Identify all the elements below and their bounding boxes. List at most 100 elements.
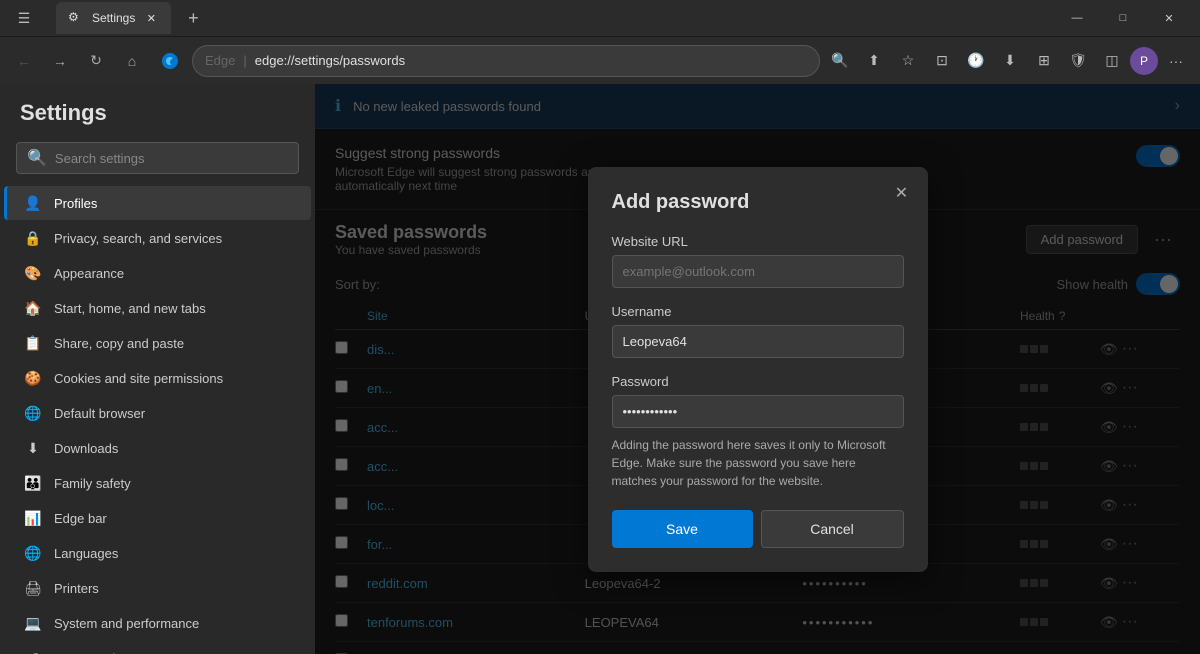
sidebar-item-privacy[interactable]: 🔒 Privacy, search, and services [4, 221, 311, 255]
address-bar[interactable]: Edge | edge://settings/passwords [192, 45, 820, 77]
favorites-icon[interactable]: ☆ [892, 45, 924, 77]
address-separator: | [243, 53, 246, 68]
search-settings-box[interactable]: 🔍 [16, 142, 299, 174]
sidebar-item-printers[interactable]: 🖨 Printers [4, 571, 311, 605]
cookies-nav-label: Cookies and site permissions [54, 371, 223, 386]
history-icon[interactable]: 🕐 [960, 45, 992, 77]
modal-buttons: Save Cancel [612, 510, 904, 548]
back-button[interactable]: ← [8, 45, 40, 77]
search-icon: 🔍 [27, 148, 47, 168]
privacy-nav-label: Privacy, search, and services [54, 231, 222, 246]
downloads-icon[interactable]: ⬇ [994, 45, 1026, 77]
system-nav-icon: 💻 [24, 614, 42, 632]
sidebar: Settings 🔍 👤 Profiles 🔒 Privacy, search,… [0, 84, 315, 654]
cookies-nav-icon: 🍪 [24, 369, 42, 387]
website-url-label: Website URL [612, 234, 904, 249]
family-safety-nav-label: Family safety [54, 476, 131, 491]
modal-save-button[interactable]: Save [612, 510, 753, 548]
refresh-button[interactable]: ↻ [80, 45, 112, 77]
start-home-nav-label: Start, home, and new tabs [54, 301, 206, 316]
edge-label: Edge [205, 53, 235, 68]
close-button[interactable]: ✕ [1146, 2, 1192, 34]
password-note: Adding the password here saves it only t… [612, 436, 904, 490]
extensions-icon[interactable]: ⊞ [1028, 45, 1060, 77]
languages-nav-label: Languages [54, 546, 118, 561]
sidebar-item-appearance[interactable]: 🎨 Appearance [4, 256, 311, 290]
window-controls: — □ ✕ [1054, 2, 1192, 34]
minimize-button[interactable]: — [1054, 2, 1100, 34]
sidebar-item-cookies[interactable]: 🍪 Cookies and site permissions [4, 361, 311, 395]
appearance-nav-label: Appearance [54, 266, 124, 281]
home-button[interactable]: ⌂ [116, 45, 148, 77]
sidebar-title: Settings [0, 84, 315, 134]
username-label: Username [612, 304, 904, 319]
forward-button[interactable]: → [44, 45, 76, 77]
address-url: edge://settings/passwords [255, 53, 405, 68]
sidebar-item-languages[interactable]: 🌐 Languages [4, 536, 311, 570]
profile-avatar[interactable]: P [1130, 47, 1158, 75]
website-url-input[interactable] [612, 255, 904, 288]
sidebar-item-edge-bar[interactable]: 📊 Edge bar [4, 501, 311, 535]
search-settings-input[interactable] [55, 151, 288, 166]
password-field-group: Password Adding the password here saves … [612, 374, 904, 490]
titlebar: ☰ ⚙ Settings ✕ + — □ ✕ [0, 0, 1200, 36]
sidebar-item-reset[interactable]: ↺ Reset settings [4, 641, 311, 654]
more-button[interactable]: ··· [1160, 45, 1192, 77]
profiles-nav-icon: 👤 [24, 194, 42, 212]
printers-nav-icon: 🖨 [24, 579, 42, 597]
reset-nav-label: Reset settings [54, 651, 136, 654]
sidebar-item-profiles[interactable]: 👤 Profiles [4, 186, 311, 220]
maximize-button[interactable]: □ [1100, 2, 1146, 34]
appearance-nav-icon: 🎨 [24, 264, 42, 282]
add-password-modal: ✕ Add password Website URL Username Pass… [588, 167, 928, 572]
printers-nav-label: Printers [54, 581, 99, 596]
modal-title: Add password [612, 191, 904, 214]
tab-close-button[interactable]: ✕ [143, 10, 159, 26]
settings-tab[interactable]: ⚙ Settings ✕ [56, 2, 171, 34]
edge-bar-nav-label: Edge bar [54, 511, 107, 526]
start-home-nav-icon: 🏠 [24, 299, 42, 317]
username-field-group: Username [612, 304, 904, 358]
main-layout: Settings 🔍 👤 Profiles 🔒 Privacy, search,… [0, 84, 1200, 654]
sidebar-icon[interactable]: ◫ [1096, 45, 1128, 77]
modal-cancel-button[interactable]: Cancel [761, 510, 904, 548]
sidebar-item-share-copy[interactable]: 📋 Share, copy and paste [4, 326, 311, 360]
family-safety-nav-icon: 👪 [24, 474, 42, 492]
sidebar-item-system[interactable]: 💻 System and performance [4, 606, 311, 640]
default-browser-nav-label: Default browser [54, 406, 145, 421]
edge-bar-nav-icon: 📊 [24, 509, 42, 527]
window-controls-left: ☰ [8, 2, 40, 34]
sidebar-item-downloads[interactable]: ⬇ Downloads [4, 431, 311, 465]
share-icon[interactable]: ⬆ [858, 45, 890, 77]
modal-overlay: ✕ Add password Website URL Username Pass… [315, 84, 1200, 654]
split-screen-icon[interactable]: ⊡ [926, 45, 958, 77]
modal-close-button[interactable]: ✕ [888, 179, 916, 207]
website-url-field-group: Website URL [612, 234, 904, 288]
languages-nav-icon: 🌐 [24, 544, 42, 562]
edge-logo [156, 47, 184, 75]
toolbar-icons: 🔍 ⬆ ☆ ⊡ 🕐 ⬇ ⊞ 🛡 ◫ P ··· [824, 45, 1192, 77]
search-icon[interactable]: 🔍 [824, 45, 856, 77]
sidebar-nav: 👤 Profiles 🔒 Privacy, search, and servic… [0, 186, 315, 654]
addressbar: ← → ↻ ⌂ Edge | edge://settings/passwords… [0, 36, 1200, 84]
share-copy-nav-label: Share, copy and paste [54, 336, 184, 351]
password-input[interactable] [612, 395, 904, 428]
sidebar-toggle-icon[interactable]: ☰ [8, 2, 40, 34]
sidebar-item-start-home[interactable]: 🏠 Start, home, and new tabs [4, 291, 311, 325]
shield-icon[interactable]: 🛡 [1062, 45, 1094, 77]
new-tab-button[interactable]: + [179, 4, 207, 32]
default-browser-nav-icon: 🌐 [24, 404, 42, 422]
share-copy-nav-icon: 📋 [24, 334, 42, 352]
settings-tab-label: Settings [92, 11, 135, 25]
settings-tab-icon: ⚙ [68, 10, 84, 26]
downloads-nav-label: Downloads [54, 441, 118, 456]
password-label: Password [612, 374, 904, 389]
username-input[interactable] [612, 325, 904, 358]
downloads-nav-icon: ⬇ [24, 439, 42, 457]
profiles-nav-label: Profiles [54, 196, 97, 211]
sidebar-item-family-safety[interactable]: 👪 Family safety [4, 466, 311, 500]
sidebar-item-default-browser[interactable]: 🌐 Default browser [4, 396, 311, 430]
privacy-nav-icon: 🔒 [24, 229, 42, 247]
reset-nav-icon: ↺ [24, 649, 42, 654]
system-nav-label: System and performance [54, 616, 199, 631]
